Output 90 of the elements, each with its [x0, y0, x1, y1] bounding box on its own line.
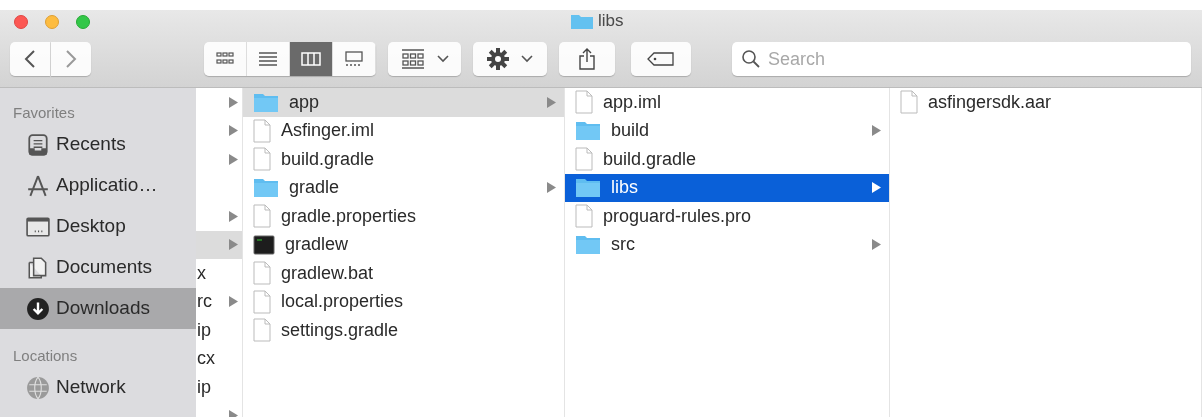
folder-icon: [575, 120, 601, 142]
window-title: libs: [598, 10, 624, 33]
sidebar-item[interactable]: Desktop: [0, 206, 196, 247]
view-mode-button[interactable]: [290, 42, 333, 76]
disclosure-arrow-icon: [229, 296, 238, 308]
file-row[interactable]: cx: [196, 344, 242, 373]
file-row[interactable]: ip: [196, 316, 242, 345]
file-icon: [253, 204, 271, 229]
file-row[interactable]: [196, 230, 242, 259]
view-mode-button[interactable]: [333, 42, 376, 76]
monitor-icon: [26, 214, 50, 239]
file-icon: [253, 318, 271, 343]
chevron-down-icon: [436, 55, 449, 63]
search-icon: [741, 49, 761, 69]
file-row[interactable]: settings.gradle: [243, 316, 564, 345]
disclosure-arrow-icon: [229, 153, 238, 165]
disclosure-arrow-icon: [547, 96, 556, 108]
group-button[interactable]: [388, 42, 461, 76]
compass-tools-icon: [26, 173, 50, 198]
sidebar-item[interactable]: Recents: [0, 124, 196, 165]
sidebar-heading: Locations: [12, 346, 79, 366]
sidebar-item[interactable]: Network: [0, 367, 196, 408]
file-row[interactable]: build: [565, 116, 889, 145]
list-icon: [258, 50, 278, 68]
disclosure-arrow-icon: [547, 182, 556, 194]
file-row[interactable]: gradlew: [243, 230, 564, 259]
file-row[interactable]: local.properties: [243, 287, 564, 316]
file-icon: [900, 90, 918, 115]
file-row[interactable]: gradlew.bat: [243, 259, 564, 288]
columns-icon: [301, 50, 321, 68]
disclosure-arrow-icon: [229, 239, 238, 251]
file-row[interactable]: rc: [196, 287, 242, 316]
disclosure-arrow-icon: [229, 96, 238, 108]
folder-icon: [570, 12, 594, 30]
search-field[interactable]: Search: [732, 42, 1191, 76]
gear-icon: [487, 48, 509, 70]
forward-button[interactable]: [51, 42, 91, 76]
file-icon: [575, 204, 593, 229]
file-row[interactable]: proguard-rules.pro: [565, 202, 889, 231]
tag-icon: [647, 51, 675, 67]
file-icon: [253, 289, 271, 314]
disclosure-arrow-icon: [872, 239, 881, 251]
folder-icon: [253, 91, 279, 113]
folder-icon: [253, 177, 279, 199]
file-row[interactable]: gradle: [243, 173, 564, 202]
view-mode-button[interactable]: [247, 42, 290, 76]
minimize-button[interactable]: [45, 15, 59, 29]
file-icon: [253, 147, 271, 172]
tag-button[interactable]: [631, 42, 691, 76]
globe-icon: [26, 375, 50, 400]
action-button[interactable]: [473, 42, 547, 76]
file-row[interactable]: Asfinger.iml: [243, 116, 564, 145]
zoom-button[interactable]: [76, 15, 90, 29]
disclosure-arrow-icon: [872, 182, 881, 194]
file-row[interactable]: app.iml: [565, 88, 889, 117]
file-icon: [253, 118, 271, 143]
chevron-left-icon: [24, 49, 36, 69]
back-button[interactable]: [10, 42, 50, 76]
view-mode-button[interactable]: [204, 42, 247, 76]
download-icon: [26, 296, 50, 321]
file-row[interactable]: x: [196, 259, 242, 288]
file-row[interactable]: app: [243, 88, 564, 117]
file-row[interactable]: ip: [196, 373, 242, 402]
file-row[interactable]: asfingersdk.aar: [890, 88, 1201, 117]
disclosure-arrow-icon: [229, 125, 238, 137]
folder-icon: [575, 234, 601, 256]
share-button[interactable]: [559, 42, 615, 76]
tray-icon: [26, 132, 50, 157]
terminal-icon: [253, 234, 275, 255]
file-icon: [575, 147, 593, 172]
chevron-down-icon: [521, 55, 533, 63]
sidebar-heading: Favorites: [12, 103, 76, 123]
close-button[interactable]: [14, 15, 28, 29]
sidebar-item[interactable]: Applicatio…: [0, 165, 196, 206]
file-row[interactable]: build.gradle: [565, 145, 889, 174]
grid-icon: [400, 48, 425, 70]
sidebar-item[interactable]: Downloads: [0, 288, 196, 329]
sidebar-item[interactable]: Documents: [0, 247, 196, 288]
chevron-right-icon: [65, 49, 77, 69]
gallery-icon: [344, 50, 364, 68]
disclosure-arrow-icon: [872, 125, 881, 137]
file-icon: [253, 261, 271, 286]
share-icon: [578, 47, 596, 71]
file-icon: [575, 90, 593, 115]
folder-icon: [575, 177, 601, 199]
file-row[interactable]: libs: [565, 173, 889, 202]
file-row[interactable]: src: [565, 230, 889, 259]
disclosure-arrow-icon: [229, 210, 238, 222]
file-row[interactable]: build.gradle: [243, 145, 564, 174]
file-row[interactable]: gradle.properties: [243, 202, 564, 231]
